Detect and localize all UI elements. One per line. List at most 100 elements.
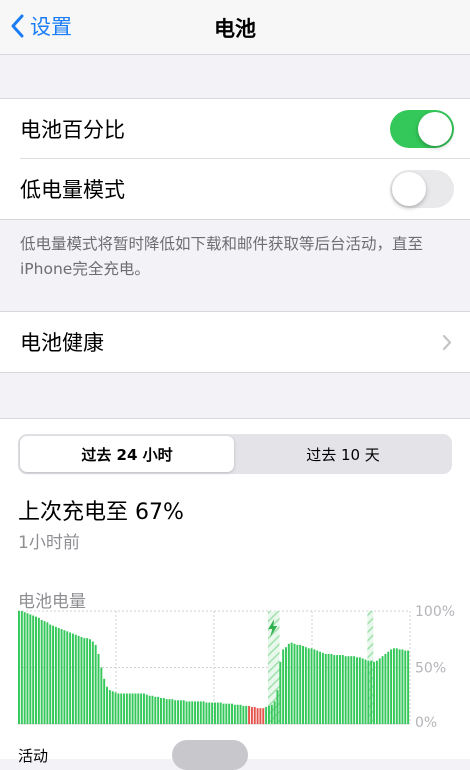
- battery-level-bar: [285, 647, 287, 724]
- segment-last-10-days[interactable]: 过去 10 天: [236, 436, 450, 472]
- y-tick-label: 0%: [415, 715, 437, 728]
- battery-level-bar: [239, 704, 242, 724]
- battery-level-bar: [330, 653, 333, 724]
- battery-level-bar: [43, 621, 46, 724]
- battery-level-bar: [77, 635, 80, 724]
- battery-level-bar: [225, 703, 228, 724]
- toggle-knob: [392, 172, 426, 206]
- battery-percentage-label: 电池百分比: [20, 118, 125, 142]
- battery-level-bar: [165, 699, 168, 724]
- battery-level-bar: [32, 615, 35, 724]
- battery-level-bar: [404, 650, 407, 724]
- battery-level-bar: [364, 659, 367, 724]
- battery-level-bar: [168, 699, 171, 724]
- battery-level-bar: [270, 704, 273, 724]
- battery-level-bar: [194, 701, 197, 724]
- low-power-mode-toggle[interactable]: [390, 170, 454, 208]
- battery-level-bar: [91, 641, 94, 724]
- battery-level-bar: [89, 639, 91, 724]
- battery-level-bar: [384, 653, 387, 724]
- battery-level-bar: [35, 616, 37, 724]
- battery-level-bar: [191, 701, 194, 724]
- battery-level-bar: [222, 703, 225, 724]
- battery-level-bar: [131, 693, 134, 724]
- battery-level-bar: [37, 617, 40, 724]
- battery-level-bar: [293, 643, 296, 724]
- battery-level-chart: 100% 50% 0%: [18, 604, 455, 728]
- battery-level-bar: [179, 700, 182, 724]
- battery-level-bar: [49, 624, 52, 724]
- battery-level-bar: [273, 701, 276, 724]
- battery-level-bar: [324, 653, 327, 724]
- battery-level-bar: [336, 655, 339, 724]
- battery-level-bar: [304, 647, 307, 724]
- battery-level-bar: [160, 698, 162, 724]
- battery-level-bar: [407, 650, 410, 724]
- battery-level-bar: [97, 653, 100, 724]
- battery-level-bar: [26, 613, 29, 724]
- battery-level-bar: [316, 650, 319, 724]
- battery-level-bar: [151, 695, 154, 724]
- battery-level-bar: [375, 660, 378, 724]
- battery-level-bar: [373, 661, 376, 724]
- battery-level-bar: [358, 657, 361, 724]
- nav-bar: 设置 电池: [0, 0, 470, 55]
- battery-level-bar: [66, 631, 69, 724]
- battery-level-bar: [338, 655, 341, 724]
- battery-level-bar: [100, 667, 103, 724]
- battery-level-bar: [196, 701, 199, 724]
- battery-level-bar: [228, 703, 231, 724]
- battery-level-bar: [199, 701, 202, 724]
- battery-level-bar: [401, 649, 404, 724]
- battery-level-bar: [256, 708, 259, 724]
- battery-level-bar: [40, 620, 43, 724]
- battery-health-row[interactable]: 电池健康: [0, 312, 470, 372]
- battery-level-bar: [248, 705, 251, 724]
- battery-level-bar: [245, 705, 248, 724]
- battery-level-bar: [381, 656, 384, 724]
- battery-level-bar: [125, 693, 128, 724]
- battery-level-bar: [307, 648, 310, 724]
- battery-level-bar: [20, 611, 23, 724]
- y-tick-label: 100%: [415, 604, 455, 620]
- battery-level-bar: [111, 691, 114, 724]
- battery-level-bar: [279, 661, 282, 724]
- battery-level-bar: [29, 614, 32, 724]
- battery-level-bar: [347, 656, 350, 724]
- battery-level-bar: [137, 693, 140, 724]
- battery-level-bar: [80, 636, 83, 724]
- battery-level-bar: [60, 629, 63, 724]
- battery-level-bar: [23, 612, 26, 724]
- battery-level-bar: [140, 693, 143, 724]
- battery-level-bar: [94, 644, 97, 724]
- battery-level-bar: [214, 702, 216, 724]
- battery-level-bar: [52, 625, 55, 724]
- battery-level-bar: [242, 705, 245, 724]
- battery-level-bar: [392, 648, 395, 724]
- battery-percentage-row: 电池百分比: [0, 99, 470, 159]
- battery-level-bar: [188, 701, 191, 724]
- battery-level-bar: [185, 701, 188, 724]
- battery-level-bar: [108, 690, 111, 724]
- battery-level-bar: [18, 611, 20, 724]
- y-tick-label: 50%: [415, 661, 446, 677]
- battery-level-bar: [182, 700, 185, 724]
- battery-level-bar: [231, 703, 233, 724]
- segment-last-24-hours[interactable]: 过去 24 小时: [20, 436, 234, 472]
- last-charged-text: 上次充电至 67%: [18, 500, 184, 525]
- toggle-group: 电池百分比 低电量模式: [0, 98, 470, 220]
- battery-level-bar: [333, 655, 336, 724]
- battery-level-bar: [216, 702, 219, 724]
- battery-level-bar: [57, 627, 60, 724]
- chart-y-ticks: 100% 50% 0%: [415, 604, 455, 728]
- battery-level-bar: [282, 649, 285, 724]
- battery-level-bar: [74, 634, 77, 724]
- time-range-segmented-control: 过去 24 小时 过去 10 天: [18, 434, 452, 474]
- battery-level-bar: [63, 630, 66, 724]
- battery-level-bar: [276, 690, 279, 724]
- battery-level-bar: [367, 660, 370, 724]
- page-title: 电池: [214, 17, 256, 41]
- battery-level-bar: [353, 656, 356, 724]
- battery-percentage-toggle[interactable]: [390, 110, 454, 148]
- battery-level-bar: [259, 708, 262, 724]
